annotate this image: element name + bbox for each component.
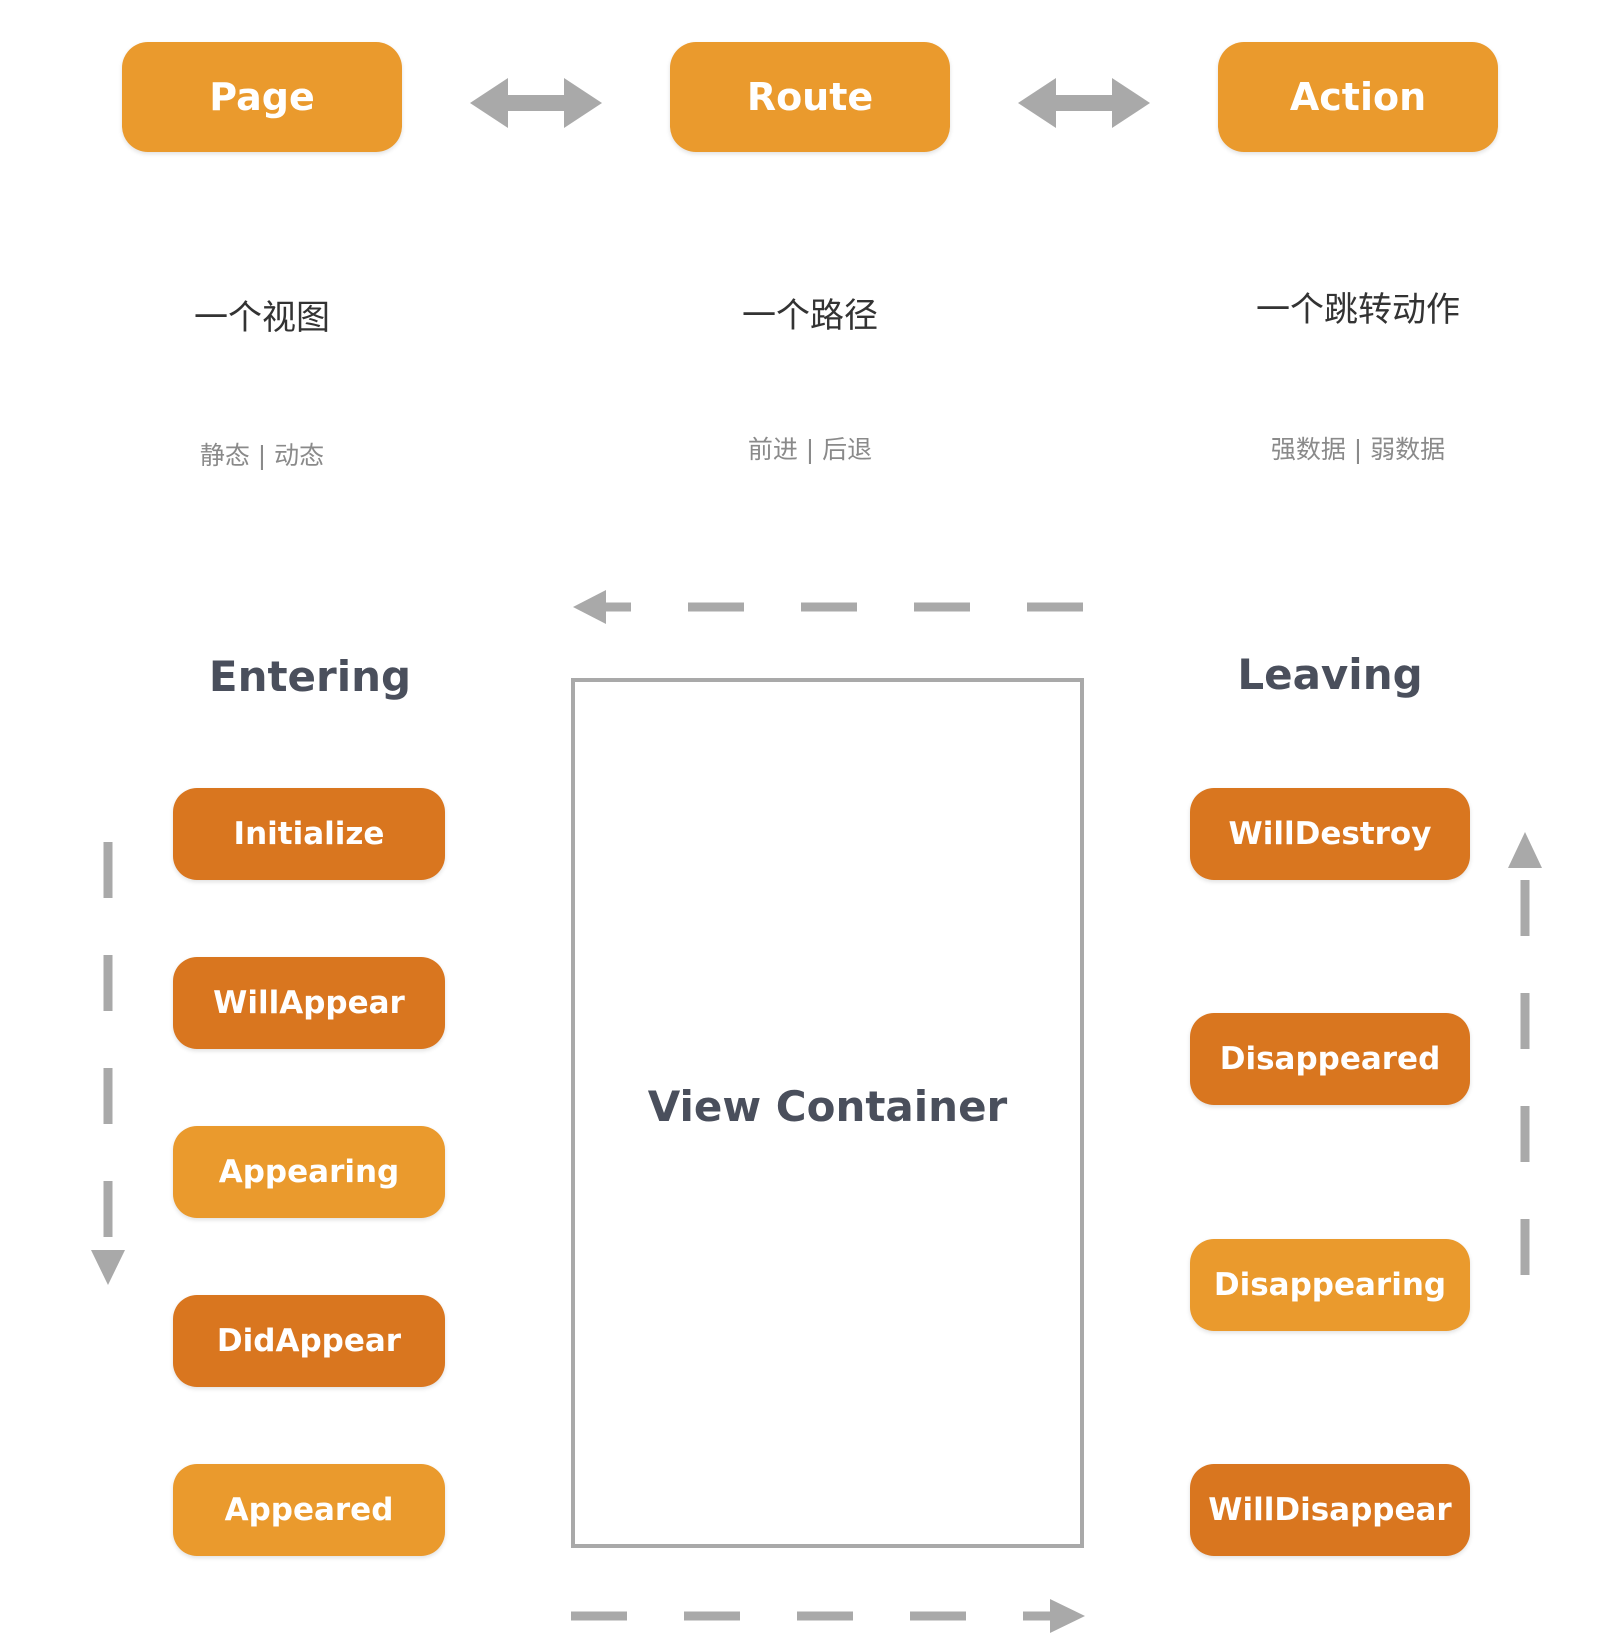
dashed-down-arrow-icon (91, 842, 125, 1285)
dashed-right-arrow-icon (571, 1599, 1085, 1633)
dashed-up-arrow-icon (1508, 832, 1542, 1275)
page-route-double-arrow-icon (470, 78, 602, 128)
route-action-double-arrow-icon (1018, 78, 1150, 128)
arrows-layer (91, 78, 1542, 1633)
dashed-left-arrow-icon (573, 590, 1083, 624)
